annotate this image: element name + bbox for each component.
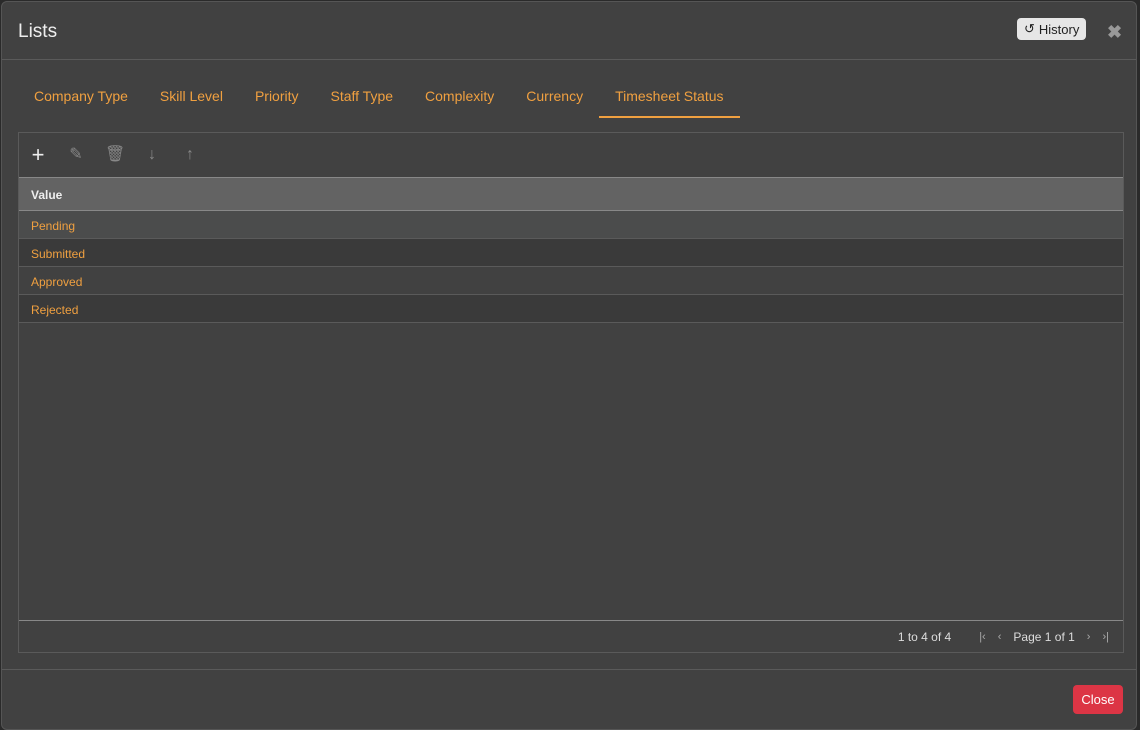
tab-bar: Company Type Skill Level Priority Staff … [18,78,740,118]
next-page-icon[interactable]: › [1087,631,1091,643]
move-up-icon[interactable]: ↑ [181,146,199,164]
add-icon[interactable]: + [29,144,47,166]
history-icon: ↺ [1024,21,1035,36]
tab-complexity[interactable]: Complexity [409,78,510,118]
column-header-value[interactable]: Value [19,177,1123,211]
dialog-title: Lists [18,21,58,42]
tab-staff-type[interactable]: Staff Type [315,78,410,118]
page-indicator: Page 1 of 1 [1013,629,1075,644]
dialog-header: Lists ↺ History ✖ [2,2,1136,60]
close-icon[interactable]: ✖ [1107,22,1122,43]
history-label: History [1038,21,1080,37]
delete-icon[interactable]: 🗑 [105,146,125,164]
pagination: 1 to 4 of 4 |‹ ‹ Page 1 of 1 › ›| [19,620,1123,652]
tab-skill-level[interactable]: Skill Level [144,78,239,118]
close-button[interactable]: Close [1073,685,1123,714]
history-button[interactable]: ↺ History [1017,18,1087,40]
grid-toolbar: + ✎ 🗑 ↓ ↑ [19,133,1123,177]
tab-timesheet-status[interactable]: Timesheet Status [599,78,740,118]
last-page-icon[interactable]: ›| [1102,631,1109,643]
grid-body: Pending Submitted Approved Rejected [19,211,1123,323]
edit-icon[interactable]: ✎ [67,146,85,164]
first-page-icon[interactable]: |‹ [979,631,986,643]
lists-dialog: Lists ↺ History ✖ Company Type Skill Leve… [1,1,1137,730]
table-row[interactable]: Submitted [19,239,1123,267]
prev-page-icon[interactable]: ‹ [998,631,1002,643]
table-row[interactable]: Rejected [19,295,1123,323]
dialog-footer-divider [2,669,1136,670]
values-grid: + ✎ 🗑 ↓ ↑ Value Pending Submitted Approv… [18,132,1124,653]
tab-currency[interactable]: Currency [510,78,599,118]
row-summary: 1 to 4 of 4 [897,629,952,644]
tab-company-type[interactable]: Company Type [18,78,144,118]
move-down-icon[interactable]: ↓ [143,146,161,164]
table-row[interactable]: Approved [19,267,1123,295]
table-row[interactable]: Pending [19,211,1123,239]
tab-priority[interactable]: Priority [239,78,315,118]
